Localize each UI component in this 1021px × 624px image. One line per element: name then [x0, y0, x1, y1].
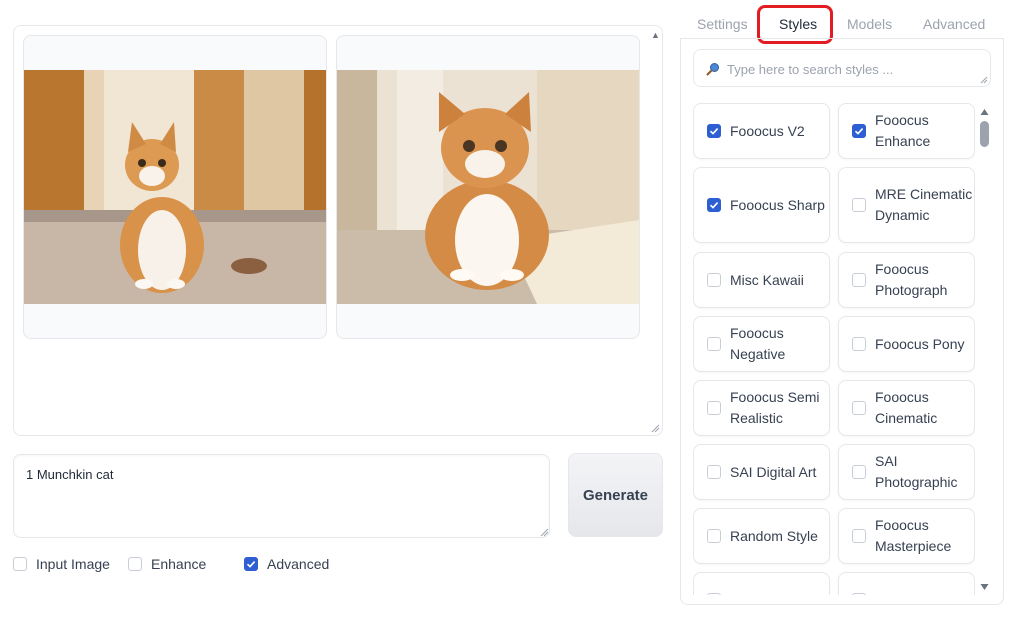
enhance-checkbox[interactable]: [128, 557, 142, 571]
prompt-input[interactable]: [13, 454, 550, 538]
style-checkbox[interactable]: [707, 124, 721, 138]
input-image-checkbox[interactable]: [13, 557, 27, 571]
tab-settings[interactable]: Settings: [697, 16, 748, 32]
gallery-image-1[interactable]: [23, 35, 327, 339]
style-checkbox[interactable]: [852, 337, 866, 351]
style-label: Fooocus Negative: [730, 325, 786, 362]
style-checkbox[interactable]: [852, 124, 866, 138]
style-label: Fooocus Sharp: [730, 196, 825, 213]
style-item[interactable]: Fooocus Photograph: [838, 252, 975, 308]
style-label: Fooocus V2: [730, 122, 805, 139]
gallery-resize-handle-icon[interactable]: [650, 423, 660, 433]
style-label: Fooocus Enhance: [875, 112, 931, 149]
advanced-option[interactable]: Advanced: [244, 556, 329, 572]
style-checkbox[interactable]: [707, 401, 721, 415]
style-item[interactable]: Fooocus Cinematic: [838, 380, 975, 436]
tab-advanced[interactable]: Advanced: [923, 16, 985, 32]
checkmark-icon: [854, 128, 864, 135]
style-list: Fooocus V2 Fooocus Enhance Fooocus Sharp MR…: [693, 103, 975, 595]
checkmark-icon: [709, 128, 719, 135]
search-resize-handle-icon[interactable]: [980, 76, 988, 84]
style-item[interactable]: Misc Kawaii: [693, 252, 830, 308]
checkmark-icon: [246, 561, 256, 568]
style-item[interactable]: Fooocus Enhance: [838, 103, 975, 159]
style-checkbox[interactable]: [707, 273, 721, 287]
generate-button[interactable]: Generate: [568, 453, 663, 537]
style-checkbox[interactable]: [852, 401, 866, 415]
style-item[interactable]: Fooocus Semi Realistic: [693, 380, 830, 436]
image-gallery: ▲: [13, 25, 663, 436]
style-label: Random Style: [730, 527, 818, 544]
style-list-scroll-down-icon[interactable]: [980, 583, 989, 591]
style-item[interactable]: [693, 572, 830, 595]
style-label: SAI Photographic: [875, 453, 958, 490]
style-checkbox[interactable]: [707, 465, 721, 479]
style-checkbox[interactable]: [852, 273, 866, 287]
style-item[interactable]: SAI Digital Art: [693, 444, 830, 500]
style-checkbox[interactable]: [707, 198, 721, 212]
style-item[interactable]: SAI Photographic: [838, 444, 975, 500]
style-item[interactable]: Random Style: [693, 508, 830, 564]
style-checkbox[interactable]: [852, 593, 866, 595]
style-search-input[interactable]: [725, 58, 979, 80]
style-checkbox[interactable]: [852, 529, 866, 543]
style-label: Fooocus Masterpiece: [875, 517, 952, 554]
style-label: MRE Cinematic Dynamic: [875, 186, 973, 223]
style-item[interactable]: Fooocus Pony: [838, 316, 975, 372]
style-list-scroll-up-icon[interactable]: [980, 108, 989, 116]
input-image-option[interactable]: Input Image: [13, 556, 110, 572]
style-label: SAI Digital Art: [730, 463, 817, 480]
advanced-label: Advanced: [267, 556, 330, 572]
enhance-label: Enhance: [151, 556, 207, 572]
style-search-box[interactable]: [693, 49, 991, 87]
cat-image-2: [337, 70, 639, 304]
style-label: Fooocus Cinematic: [875, 389, 938, 426]
style-checkbox[interactable]: [707, 593, 721, 595]
style-item[interactable]: Fooocus Negative: [693, 316, 830, 372]
advanced-checkbox[interactable]: [244, 557, 258, 571]
style-label: Misc Kawaii: [730, 271, 804, 288]
search-icon: [706, 63, 719, 76]
style-checkbox[interactable]: [707, 337, 721, 351]
cat-image-1: [24, 70, 326, 304]
input-image-label: Input Image: [36, 556, 110, 572]
style-checkbox[interactable]: [707, 529, 721, 543]
style-list-scrollbar-thumb[interactable]: [980, 121, 989, 147]
style-label: Fooocus Photograph: [875, 261, 948, 298]
gallery-image-2[interactable]: [336, 35, 640, 339]
style-item[interactable]: SAI Analog: [838, 572, 975, 595]
style-checkbox[interactable]: [852, 465, 866, 479]
style-label: Fooocus Semi Realistic: [730, 389, 820, 426]
style-label: Fooocus Pony: [875, 335, 965, 352]
gallery-scroll-up-icon[interactable]: ▲: [651, 31, 660, 40]
checkmark-icon: [709, 202, 719, 209]
style-item[interactable]: MRE Cinematic Dynamic: [838, 167, 975, 243]
style-checkbox[interactable]: [852, 198, 866, 212]
enhance-option[interactable]: Enhance: [128, 556, 206, 572]
style-item[interactable]: Fooocus V2: [693, 103, 830, 159]
tab-models[interactable]: Models: [847, 16, 892, 32]
style-item[interactable]: Fooocus Masterpiece: [838, 508, 975, 564]
style-label: SAI Analog: [875, 590, 974, 596]
style-item[interactable]: Fooocus Sharp: [693, 167, 830, 243]
